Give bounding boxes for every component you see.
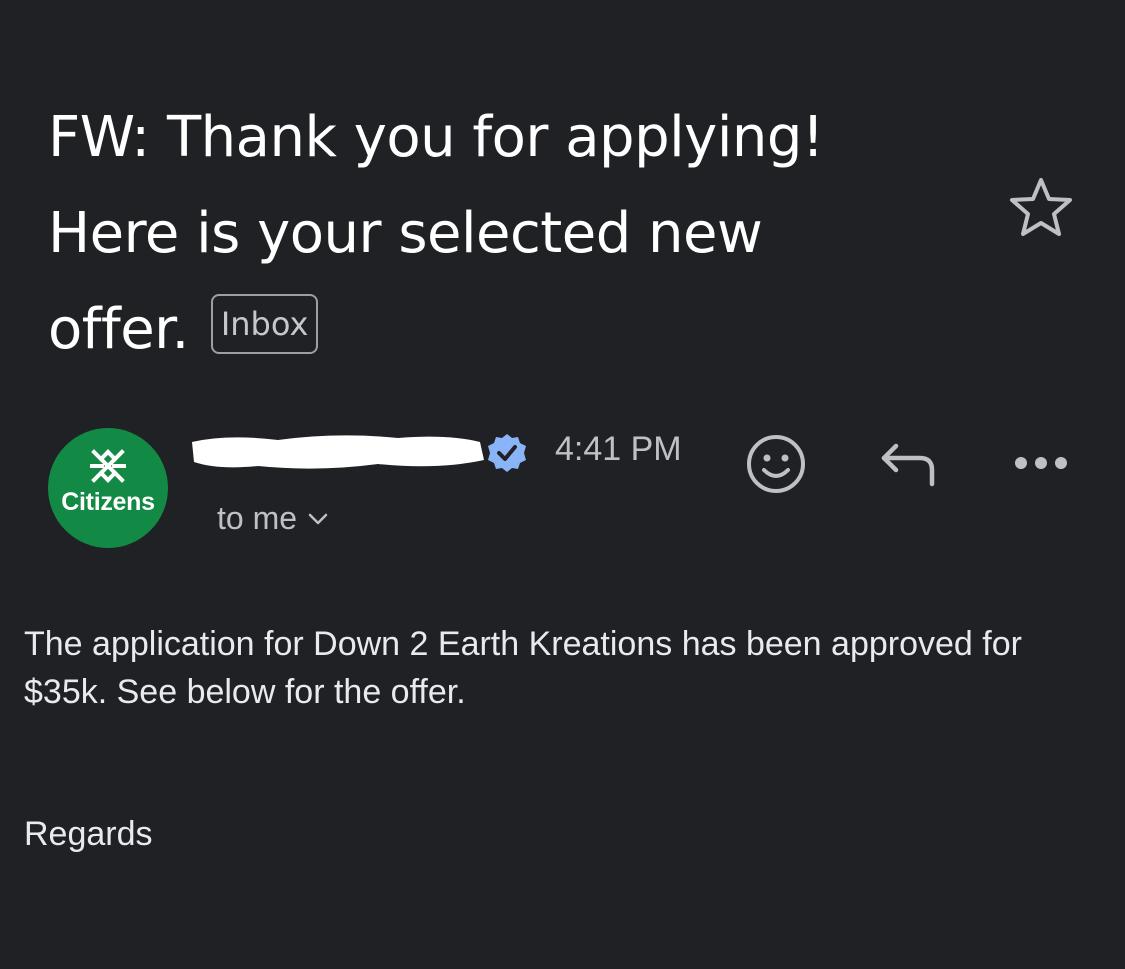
email-signoff: Regards [24,815,153,853]
citizens-logo-icon [90,449,126,483]
subject-line-2: Here is your selected new [48,200,763,266]
email-view: FW: Thank you for applying! Here is your… [0,0,1125,969]
subject-line-3: offer. Inbox [48,282,928,378]
more-options-icon[interactable] [1012,450,1070,476]
inbox-label-chip[interactable]: Inbox [210,294,319,355]
reply-icon[interactable] [876,438,940,490]
chevron-down-icon [308,513,328,524]
email-subject: FW: Thank you for applying! Here is your… [48,90,928,378]
recipient-label: to me [217,500,298,536]
subject-line-1: FW: Thank you for applying! [48,104,824,170]
star-icon[interactable] [1008,176,1074,238]
avatar-label: Citizens [61,488,155,516]
subject-line-3-text: offer. [48,296,189,362]
email-body: The application for Down 2 Earth Kreatio… [24,625,1022,711]
sender-avatar[interactable]: Citizens [48,428,168,548]
email-time: 4:41 PM [555,430,682,468]
verified-badge-icon [488,434,526,472]
sender-name-redacted[interactable] [188,430,488,474]
recipient-details-toggle[interactable]: to me [217,500,329,537]
add-reaction-icon[interactable] [744,432,808,496]
